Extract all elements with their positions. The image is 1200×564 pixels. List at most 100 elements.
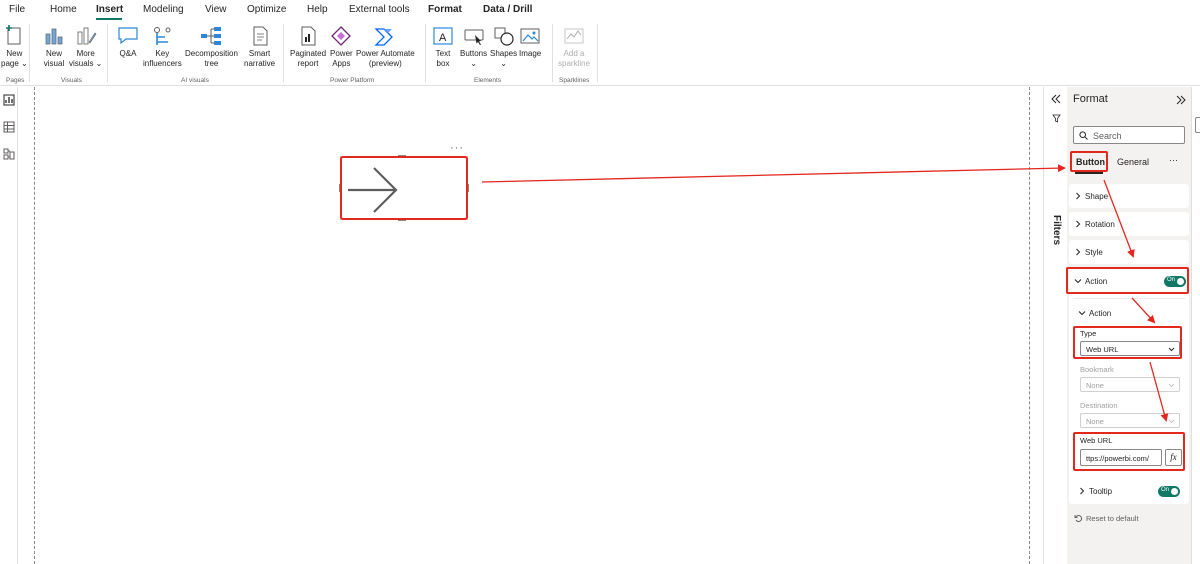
chevron-down-icon (1168, 419, 1175, 424)
menu-help[interactable]: Help (307, 4, 328, 15)
paginated-report-icon (301, 26, 316, 46)
menu-insert[interactable]: Insert (96, 4, 123, 15)
add-sparkline-label-1: Add a (563, 49, 585, 58)
ribbon: New page ⌄ Pages New visual More visuals… (0, 20, 1200, 86)
buttons-label-2: ⌄ (470, 59, 477, 68)
shapes-icon (494, 27, 514, 46)
tooltip-toggle[interactable]: On (1158, 486, 1180, 497)
subsection-action-label[interactable]: Action (1089, 309, 1111, 318)
paginated-report-label-2: report (297, 59, 319, 68)
search-placeholder: Search (1093, 131, 1122, 141)
expand-right-icon[interactable] (1176, 95, 1186, 105)
image-button[interactable]: Image (519, 25, 541, 59)
power-automate-label-1: Power Automate (356, 49, 415, 58)
tab-general[interactable]: General (1117, 157, 1149, 167)
collapse-left-icon[interactable] (1051, 94, 1061, 104)
search-icon (1079, 131, 1088, 140)
paginated-report-button[interactable]: Paginated report (290, 25, 326, 69)
paginated-report-label-1: Paginated (290, 49, 327, 58)
text-box-button[interactable]: A Text box (432, 25, 454, 69)
key-influencers-button[interactable]: Key influencers (143, 25, 182, 69)
data-pane-edge (1191, 87, 1200, 564)
image-label: Image (519, 49, 542, 58)
text-box-icon: A (433, 27, 453, 45)
menu-external-tools[interactable]: External tools (349, 4, 410, 15)
format-search-input[interactable]: Search (1073, 126, 1185, 144)
divider (1073, 298, 1185, 299)
power-apps-label-1: Power (330, 49, 353, 58)
arrow-button-visual[interactable] (339, 155, 469, 221)
power-apps-icon (331, 26, 352, 46)
new-visual-button[interactable]: New visual (43, 25, 65, 69)
chevron-right-icon (1076, 192, 1081, 200)
buttons-label-1: Buttons (460, 49, 488, 58)
power-apps-button[interactable]: Power Apps (330, 25, 353, 69)
decomposition-tree-icon (201, 27, 222, 45)
section-shape[interactable]: Shape (1069, 184, 1189, 208)
table-view-icon[interactable] (3, 121, 15, 133)
section-rotation-label: Rotation (1085, 220, 1115, 229)
menu-format[interactable]: Format (428, 4, 462, 15)
section-style[interactable]: Style (1069, 240, 1189, 264)
svg-text:A: A (439, 32, 447, 44)
shapes-button[interactable]: Shapes ⌄ (490, 25, 517, 69)
group-separator (425, 24, 426, 82)
section-rotation[interactable]: Rotation (1069, 212, 1189, 236)
menu-optimize[interactable]: Optimize (247, 4, 286, 15)
report-view-icon[interactable] (3, 94, 15, 106)
add-sparkline-button[interactable]: Add a sparkline (558, 25, 590, 69)
menu-data-drill[interactable]: Data / Drill (483, 4, 532, 15)
chevron-down-icon[interactable] (1078, 309, 1086, 317)
report-page[interactable] (34, 87, 1030, 564)
filters-pane-collapsed[interactable]: Filters (1043, 87, 1067, 564)
tab-more-options[interactable]: ··· (1169, 155, 1178, 165)
format-pane-title: Format (1073, 93, 1108, 105)
decomposition-tree-button[interactable]: Decomposition tree (185, 25, 238, 69)
power-automate-button[interactable]: Power Automate (preview) (356, 25, 415, 69)
smart-narrative-icon (253, 26, 268, 46)
shapes-label-2: ⌄ (500, 59, 507, 68)
highlight-web-url-field (1073, 432, 1185, 471)
power-automate-icon (374, 28, 394, 46)
model-view-icon[interactable] (3, 148, 15, 160)
visual-more-options[interactable]: ··· (450, 142, 464, 154)
visual-highlight-box (340, 156, 468, 220)
key-influencers-icon (154, 27, 171, 45)
group-label-pages: Pages (6, 77, 25, 84)
more-visuals-button[interactable]: More visuals ⌄ (69, 25, 102, 69)
group-label-ai-visuals: AI visuals (181, 77, 209, 84)
image-icon (520, 28, 540, 44)
power-apps-label-2: Apps (332, 59, 351, 68)
bookmark-select-value: None (1086, 381, 1104, 390)
bookmark-label: Bookmark (1080, 365, 1114, 374)
group-separator (107, 24, 108, 82)
group-label-elements: Elements (474, 77, 502, 84)
smart-narrative-button[interactable]: Smart narrative (244, 25, 275, 69)
new-page-button[interactable]: New page ⌄ (1, 25, 28, 69)
buttons-icon (464, 29, 484, 45)
filters-label: Filters (1051, 215, 1062, 246)
format-pane: Format Search Button General ··· Shape R… (1066, 87, 1191, 564)
group-separator (29, 24, 30, 82)
decomposition-tree-label-1: Decomposition (185, 49, 238, 58)
smart-narrative-label-1: Smart (248, 49, 271, 58)
menu-home[interactable]: Home (50, 4, 77, 15)
key-influencers-label-1: Key (155, 49, 170, 58)
qa-label: Q&A (119, 49, 137, 58)
menu-view[interactable]: View (205, 4, 227, 15)
buttons-button[interactable]: Buttons ⌄ (460, 25, 487, 69)
qa-button[interactable]: Q&A (117, 25, 139, 59)
new-visual-icon (45, 28, 63, 45)
reset-to-default-link[interactable]: Reset to default (1086, 514, 1139, 523)
menu-modeling[interactable]: Modeling (143, 4, 184, 15)
group-separator (283, 24, 284, 82)
decomposition-tree-label-2: tree (204, 59, 219, 68)
toggle-knob (1171, 488, 1178, 495)
key-influencers-label-2: influencers (143, 59, 182, 68)
new-visual-label-2: visual (43, 59, 65, 68)
sparkline-icon (564, 28, 584, 44)
new-visual-label-1: New (45, 49, 62, 58)
qa-icon (118, 27, 138, 45)
section-tooltip[interactable]: Tooltip On (1069, 478, 1189, 504)
menu-file[interactable]: File (9, 4, 25, 15)
